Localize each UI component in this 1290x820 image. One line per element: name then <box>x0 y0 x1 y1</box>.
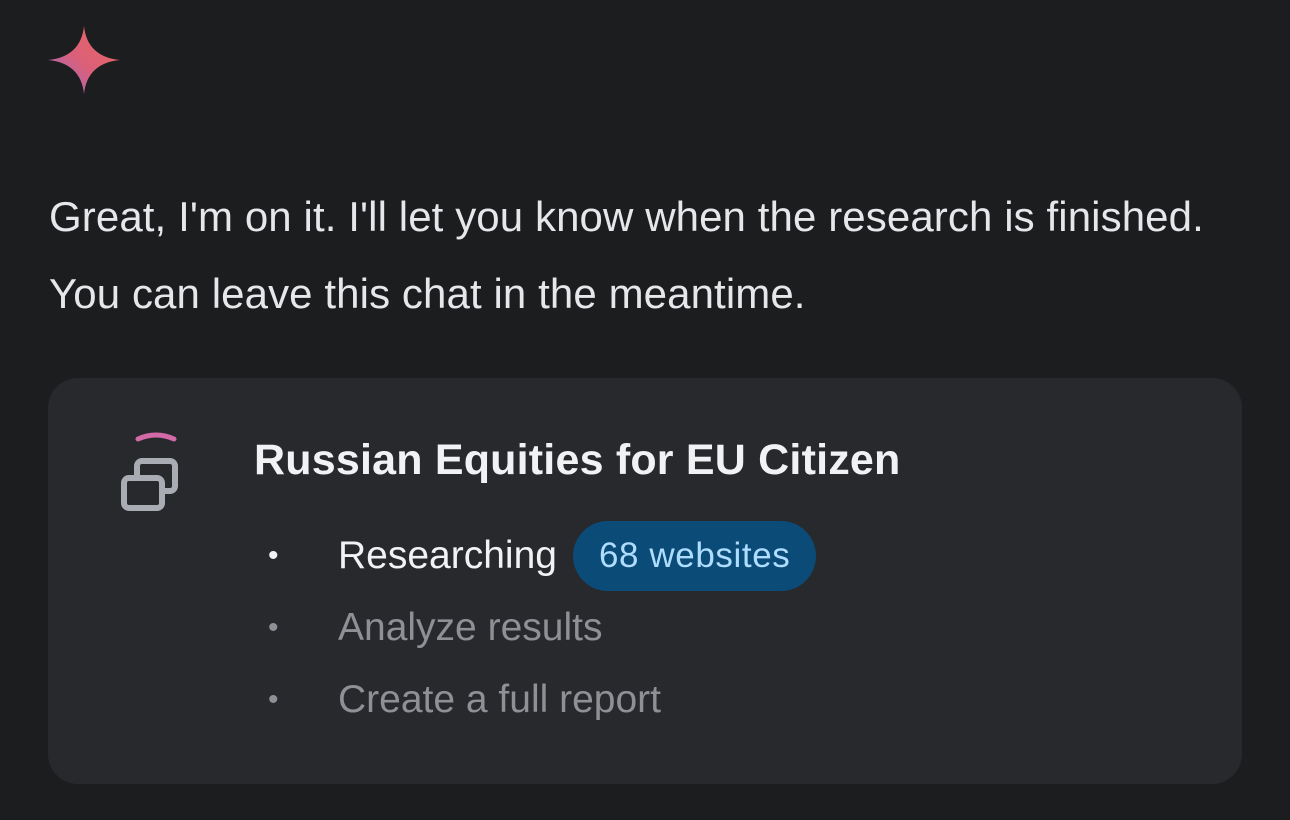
step-label: Create a full report <box>338 678 661 721</box>
step-label: Researching <box>338 534 557 577</box>
step-create-report: • Create a full report <box>268 664 816 736</box>
bullet-icon: • <box>268 539 279 572</box>
bullet-icon: • <box>268 683 279 716</box>
assistant-message: Great, I'm on it. I'll let you know when… <box>49 193 1204 317</box>
step-researching: • Researching 68 websites <box>268 520 817 592</box>
bullet-icon: • <box>268 611 279 644</box>
websites-count-badge[interactable]: 68 websites <box>572 521 817 591</box>
chat-response-view: Great, I'm on it. I'll let you know when… <box>0 0 1290 820</box>
step-label: Analyze results <box>338 606 603 649</box>
stacked-windows-icon <box>121 432 178 511</box>
research-steps-list: • Researching 68 websites • Analyze resu… <box>268 520 817 736</box>
research-title: Russian Equities for EU Citizen <box>254 436 901 484</box>
step-analyze-results: • Analyze results <box>268 592 816 664</box>
gemini-spark-icon <box>48 26 120 94</box>
